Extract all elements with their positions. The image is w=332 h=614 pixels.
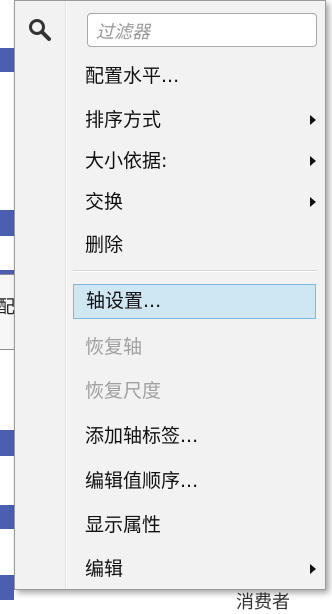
menu-item-label: 删除 [85, 234, 124, 256]
background-tooltip-text: 配 [0, 297, 15, 318]
menu-item-label: 恢复轴 [85, 336, 143, 358]
menu-item-sort-by[interactable]: 排序方式 [73, 103, 316, 138]
submenu-arrow-icon [310, 197, 316, 207]
menu-item-label: 大小依据: [85, 150, 168, 172]
menu-item-edit-value-order[interactable]: 编辑值顺序... [73, 464, 316, 499]
menu-item-label: 显示属性 [85, 514, 162, 536]
menu-item-label: 交换 [85, 191, 124, 213]
menu-vertical-divider [65, 1, 67, 589]
background-row-stripe [0, 210, 14, 236]
context-menu: 过滤器 配置水平... 排序方式 大小依据: 交换 删除 轴设置... 恢复轴 … [14, 0, 326, 590]
submenu-arrow-icon [310, 156, 316, 166]
menu-item-axis-settings[interactable]: 轴设置... [73, 284, 316, 319]
search-icon [27, 17, 53, 47]
menu-item-label: 编辑 [85, 558, 124, 580]
menu-item-edit[interactable]: 编辑 [73, 552, 316, 587]
menu-item-show-properties[interactable]: 显示属性 [73, 508, 316, 543]
submenu-arrow-icon [310, 564, 316, 574]
background-row-stripe [0, 505, 14, 529]
menu-item-label: 轴设置... [86, 290, 162, 312]
menu-icon-column [15, 1, 65, 589]
background-row-stripe [0, 48, 14, 72]
menu-item-label: 添加轴标签... [85, 425, 199, 447]
menu-item-delete[interactable]: 删除 [73, 228, 316, 263]
menu-item-configure-level[interactable]: 配置水平... [73, 59, 316, 94]
menu-item-label: 配置水平... [85, 65, 180, 87]
menu-item-swap[interactable]: 交换 [73, 185, 316, 220]
submenu-arrow-icon [310, 115, 316, 125]
background-row-stripe [0, 430, 14, 456]
menu-item-size-by[interactable]: 大小依据: [73, 144, 316, 179]
menu-item-restore-axis[interactable]: 恢复轴 [73, 330, 316, 365]
menu-item-label: 编辑值顺序... [85, 470, 199, 492]
background-row-stripe [0, 575, 14, 600]
filter-input[interactable]: 过滤器 [87, 13, 317, 47]
menu-item-label: 排序方式 [85, 109, 162, 131]
menu-item-label: 恢复尺度 [85, 380, 162, 402]
filter-placeholder: 过滤器 [96, 22, 150, 43]
menu-separator [73, 270, 317, 272]
menu-item-add-axis-label[interactable]: 添加轴标签... [73, 419, 316, 454]
background-label: 消费者 [236, 592, 290, 613]
menu-item-restore-scale[interactable]: 恢复尺度 [73, 374, 316, 409]
